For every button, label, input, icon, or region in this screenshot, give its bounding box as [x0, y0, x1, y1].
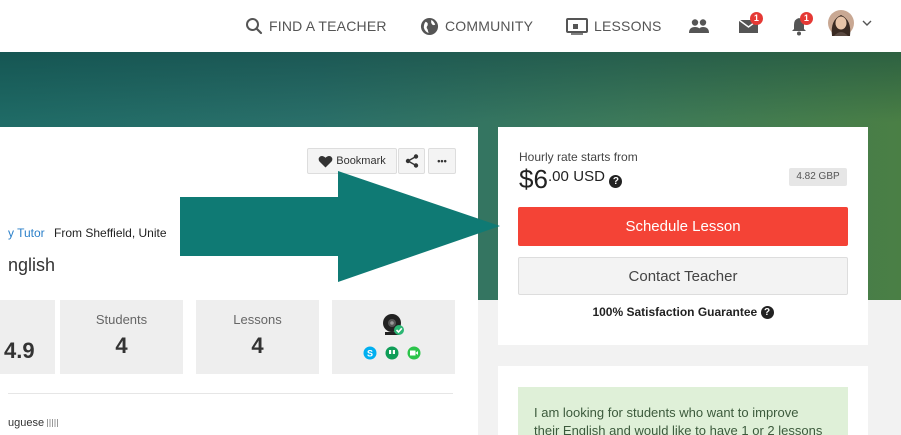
arrow-shape — [180, 171, 500, 282]
annotation-arrow — [180, 171, 500, 282]
